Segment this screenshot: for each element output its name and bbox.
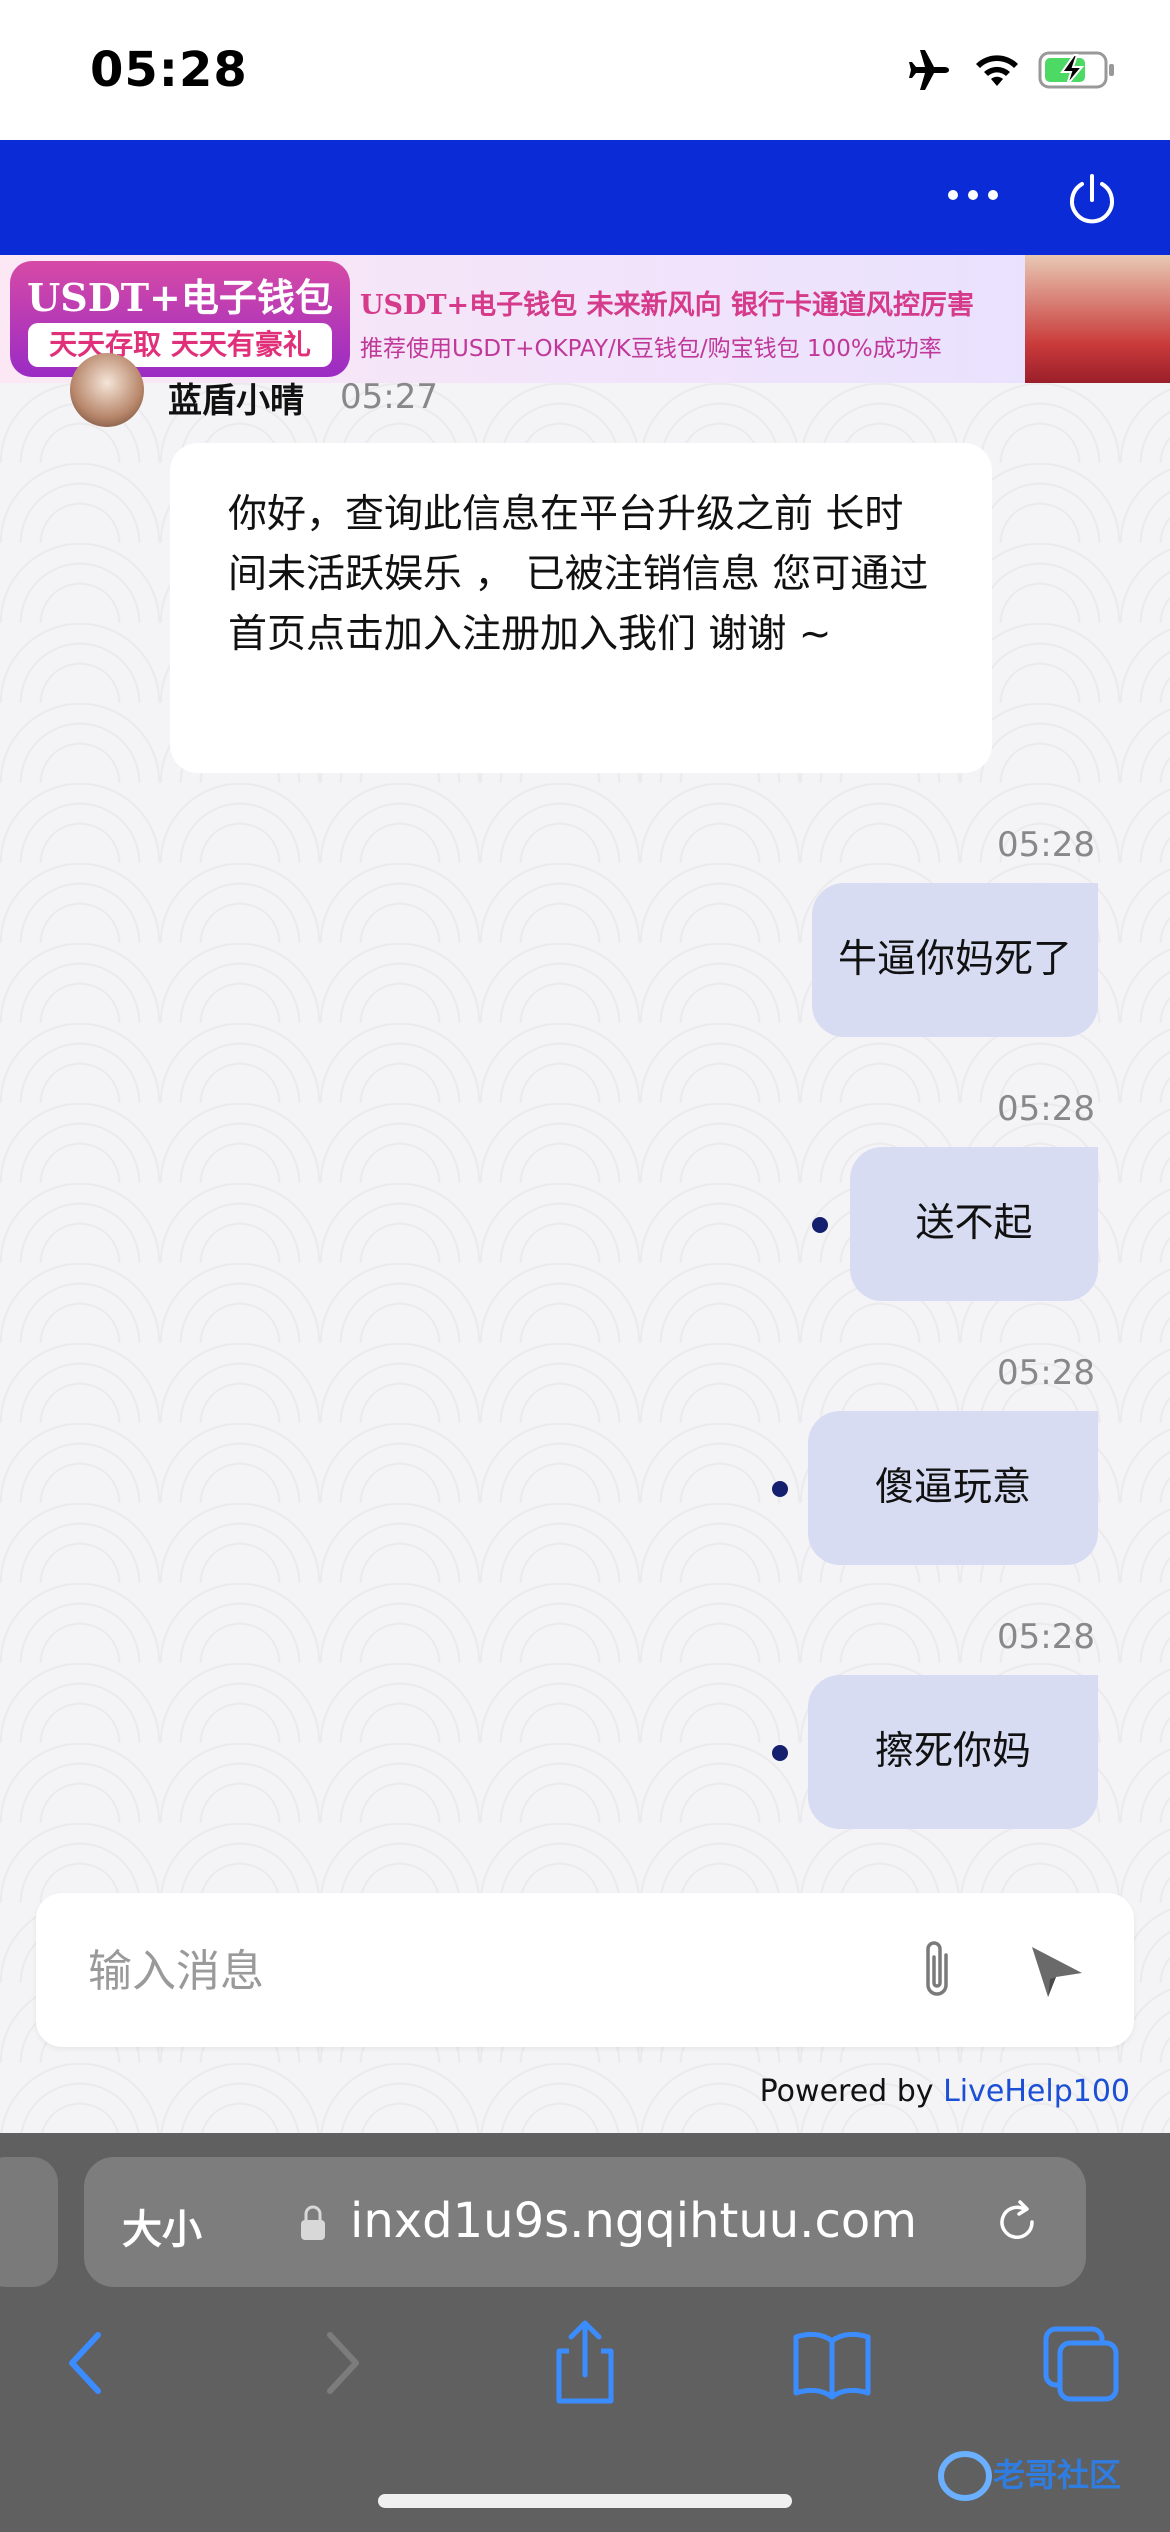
text-size-button[interactable]: 大小 <box>122 2197 202 2255</box>
powered-by: Powered by LiveHelp100 <box>760 2074 1130 2109</box>
forward-icon[interactable] <box>280 2303 400 2423</box>
home-indicator <box>378 2494 792 2508</box>
message-time: 05:28 <box>997 1353 1095 1393</box>
address-bar[interactable]: 大小 inxd1u9s.ngqihtuu.com <box>84 2157 1086 2287</box>
power-icon[interactable] <box>1064 172 1120 228</box>
share-icon[interactable] <box>525 2303 645 2423</box>
banner-left-title: USDT+电子钱包 <box>27 275 333 320</box>
svg-text:老哥社区: 老哥社区 <box>993 2456 1121 2494</box>
banner-subline: 推荐使用USDT+OKPAY/K豆钱包/购宝钱包 100%成功率 <box>360 336 942 362</box>
banner-left-subtitle: 天天存取 天天有豪礼 <box>28 323 332 367</box>
my-message-bubble: 傻逼玩意 <box>808 1411 1098 1565</box>
chat-header <box>0 140 1170 255</box>
message-time: 05:28 <box>997 1089 1095 1129</box>
unread-dot <box>772 1481 788 1497</box>
agent-message-time: 05:27 <box>340 377 438 417</box>
watermark-logo: 老哥社区 <box>938 2451 1121 2501</box>
message-time: 05:28 <box>997 825 1095 865</box>
banner-left-badge: USDT+电子钱包 天天存取 天天有豪礼 <box>10 261 350 377</box>
banner-model-image <box>1025 255 1170 383</box>
my-message-bubble: 牛逼你妈死了 <box>812 883 1098 1037</box>
banner-headline: USDT+电子钱包 未来新风向 银行卡通道风控厉害 <box>360 290 974 321</box>
back-icon[interactable] <box>28 2303 148 2423</box>
url-text[interactable]: inxd1u9s.ngqihtuu.com <box>350 2193 917 2249</box>
promo-banner[interactable]: USDT+电子钱包 天天存取 天天有豪礼 USDT+电子钱包 未来新风向 银行卡… <box>0 255 1170 383</box>
agent-message-bubble: 你好，查询此信息在平台升级之前 长时间未活跃娱乐 ， 已被注销信息 您可通过首页… <box>170 443 992 773</box>
status-time: 05:28 <box>90 42 248 98</box>
agent-avatar <box>70 353 144 427</box>
powered-by-prefix: Powered by <box>759 2074 944 2109</box>
status-bar: 05:28 <box>0 0 1170 140</box>
chat-area[interactable]: 蓝盾小晴 05:27 你好，查询此信息在平台升级之前 长时间未活跃娱乐 ， 已被… <box>0 353 1170 2133</box>
lock-icon <box>301 2205 325 2240</box>
send-icon[interactable] <box>1026 1941 1086 2001</box>
more-dots-icon[interactable] <box>945 180 1001 210</box>
message-composer <box>36 1893 1134 2049</box>
battery-charging-icon <box>1038 51 1114 89</box>
bookmarks-icon[interactable] <box>772 2303 892 2423</box>
message-time: 05:28 <box>997 1617 1095 1657</box>
unread-dot <box>772 1745 788 1761</box>
unread-dot <box>812 1217 828 1233</box>
airplane-icon <box>909 50 949 90</box>
my-message-bubble: 擦死你妈 <box>808 1675 1098 1829</box>
livehelp-link[interactable]: LiveHelp100 <box>943 2074 1130 2109</box>
paperclip-icon[interactable] <box>912 1937 962 2003</box>
previous-tab-peek[interactable] <box>0 2157 58 2287</box>
tabs-icon[interactable] <box>1020 2303 1140 2423</box>
agent-name: 蓝盾小晴 <box>168 381 304 421</box>
message-input[interactable] <box>86 1893 890 2049</box>
my-message-bubble: 送不起 <box>850 1147 1098 1301</box>
wifi-icon <box>976 55 1018 86</box>
reload-icon[interactable] <box>992 2197 1042 2247</box>
